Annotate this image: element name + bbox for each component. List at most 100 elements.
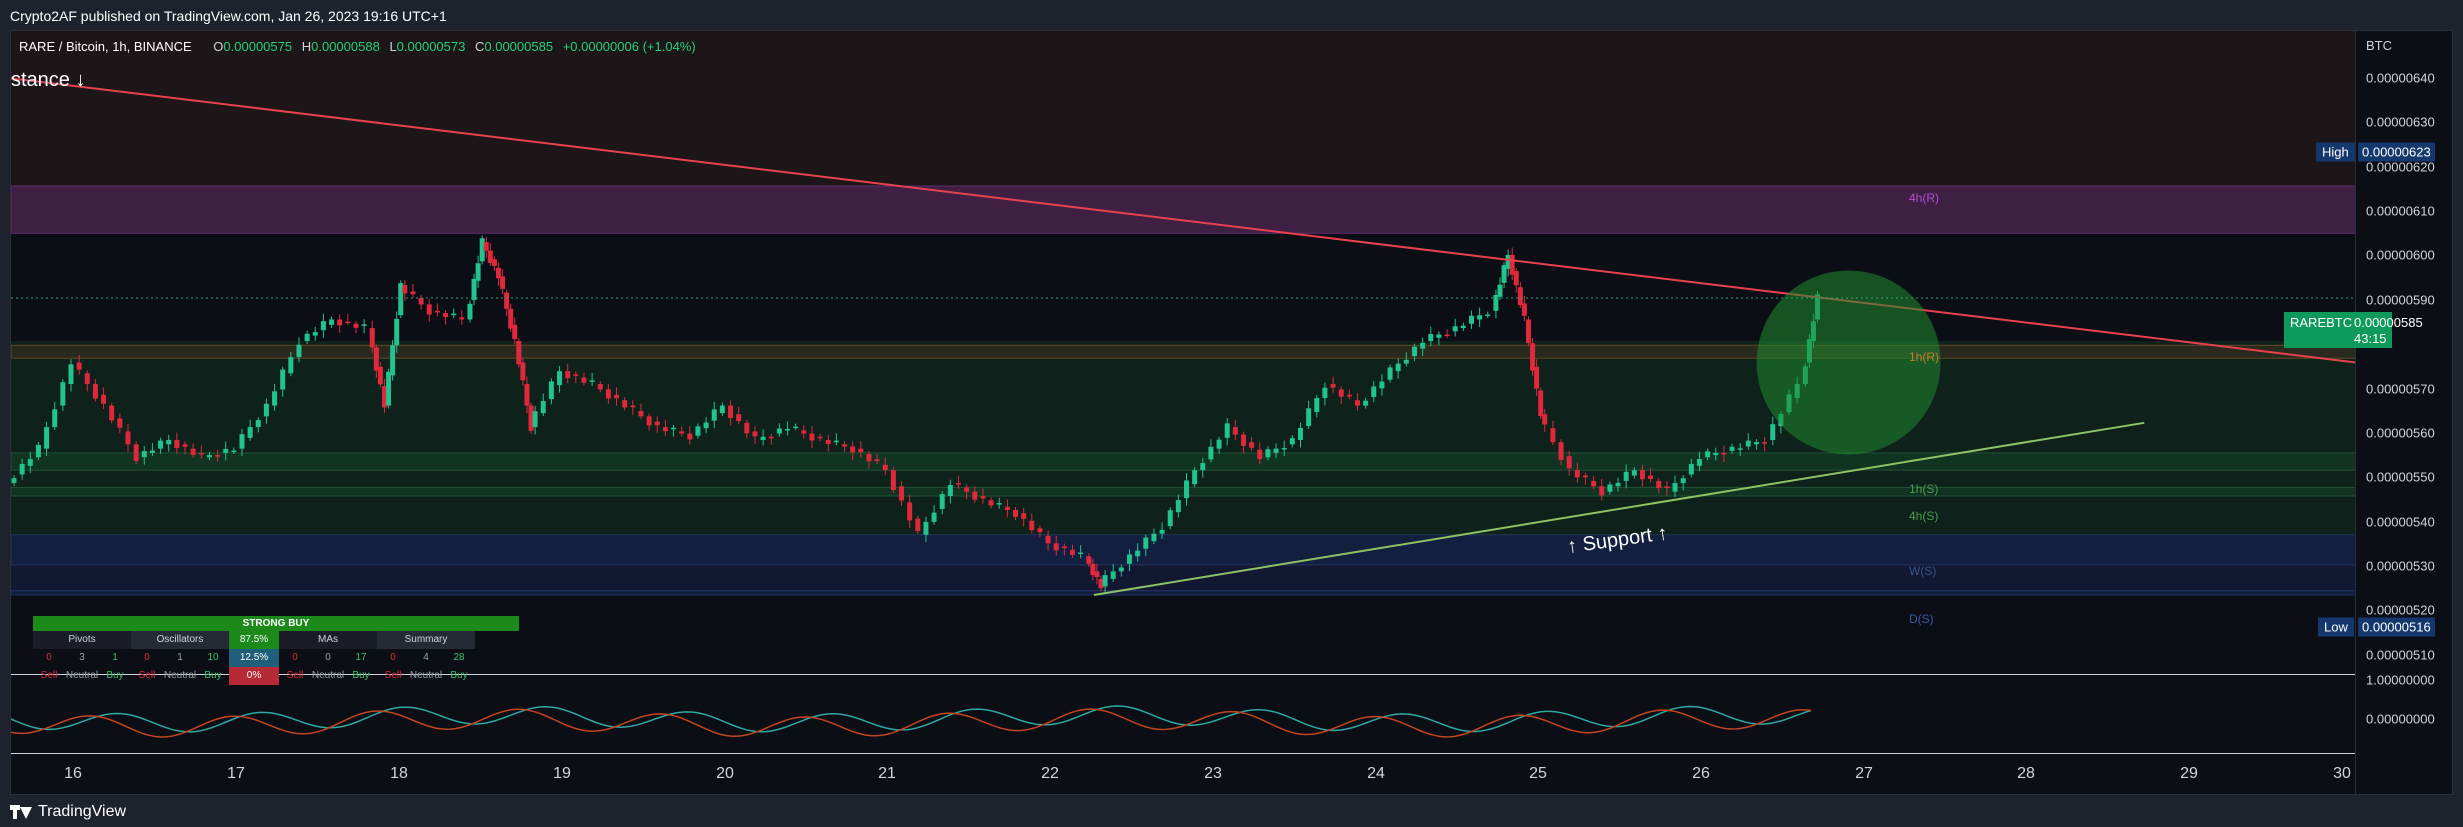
close-value: 0.00000585 [484, 39, 554, 54]
oscillators-title: Oscillators [131, 631, 229, 649]
mas-neutral-count: 0 [325, 652, 331, 663]
candle-body [329, 319, 335, 325]
candle-body [1037, 528, 1043, 533]
candle-body [1192, 470, 1198, 485]
candle-body [390, 345, 396, 376]
resistance-annotation: stance ↓ [11, 69, 86, 91]
candle-body [679, 431, 685, 434]
candle-body [1664, 486, 1670, 488]
candle-body [1021, 513, 1027, 519]
candle-body [1591, 480, 1597, 487]
candle-body [1354, 400, 1360, 406]
candle-body [1184, 480, 1189, 499]
candle-body [133, 444, 139, 461]
candle-body [1151, 533, 1157, 542]
candle-body [1127, 554, 1133, 564]
candle-body [1517, 287, 1523, 306]
high-value: 0.00000588 [311, 39, 380, 54]
candle-body [923, 521, 929, 535]
candle-body [1078, 552, 1084, 555]
high-label: H [301, 39, 312, 54]
candle-body [736, 414, 742, 421]
zone-ws [11, 534, 2356, 566]
zone-label-d-s: D(S) [1909, 612, 1934, 626]
candle-body [1102, 575, 1108, 587]
x-tick: 26 [1692, 765, 1710, 782]
candle-body [1045, 535, 1051, 544]
candle-body [939, 494, 945, 509]
candle-body [964, 487, 970, 492]
y-tick: 0.00000520 [2366, 602, 2435, 618]
candle-body [1485, 314, 1491, 317]
candle-body [581, 377, 587, 383]
candle-body [695, 426, 701, 436]
x-tick: 17 [227, 765, 245, 782]
candle-body [304, 333, 310, 341]
candle-body [768, 436, 774, 439]
candle-body [557, 371, 563, 386]
candle-body [833, 440, 839, 443]
candle-body [646, 416, 652, 426]
summary-sell-count: 0 [390, 652, 396, 663]
candle-body [231, 450, 237, 452]
candle-body [377, 366, 383, 385]
candle-body [1623, 471, 1629, 481]
candle-body [899, 486, 905, 501]
summary-buy-label: Buy [450, 670, 468, 681]
time-axis[interactable]: 16 17 18 19 20 21 22 23 24 25 26 27 28 2… [10, 753, 2355, 795]
candle-body [589, 380, 595, 382]
y-tick: 0.00000560 [2366, 425, 2435, 441]
candle-body [44, 427, 50, 449]
candle-body [182, 444, 188, 447]
x-tick: 23 [1204, 765, 1222, 782]
candle-body [980, 496, 986, 499]
candle-body [101, 394, 107, 404]
price-axis[interactable]: BTC 0.00000640 0.00000630 0.00000620 0.0… [2355, 30, 2453, 795]
candle-body [504, 292, 510, 309]
summary-neutral-count: 4 [423, 652, 429, 663]
candle-body [1574, 470, 1580, 478]
chart-frame[interactable]: RARE / Bitcoin, 1h, BINANCE O0.00000575 … [10, 30, 2453, 795]
candle-body [1729, 446, 1735, 451]
y-tick: 0.00000590 [2366, 292, 2435, 308]
y-tick: 0.00000610 [2366, 203, 2435, 219]
candle-body [483, 241, 489, 251]
summary-neutral-label: Neutral [409, 670, 443, 681]
candle-body [1289, 438, 1295, 445]
footer-brand[interactable]: TradingView [10, 800, 126, 824]
candle-body [255, 420, 261, 428]
mas-neutral-label: Neutral [311, 670, 345, 681]
last-price-tag: RAREBTC 0.00000585 43:15 [2284, 312, 2423, 348]
candle-body [198, 452, 204, 455]
mas-sell-label: Sell [286, 670, 304, 681]
candle-body [223, 448, 229, 453]
mas-buy-label: Buy [352, 670, 370, 681]
candle-body [1330, 384, 1336, 388]
osc-buy-count: 10 [207, 652, 219, 663]
candle-body [247, 427, 253, 438]
candle-body [263, 403, 269, 417]
zone-ds [11, 590, 2356, 596]
y-tick: 0.00000530 [2366, 558, 2435, 574]
candle-body [1395, 363, 1401, 372]
candle-body [809, 433, 815, 441]
candle-body [874, 459, 880, 462]
candle-body [1745, 440, 1751, 447]
y-tick: 0.00000510 [2366, 647, 2435, 663]
candle-body [76, 362, 82, 370]
pivots-title: Pivots [33, 631, 131, 649]
candle-body [1200, 463, 1206, 471]
candle-body [500, 276, 506, 289]
y-tick: 0.00000630 [2366, 114, 2435, 130]
osc-neutral-count: 1 [177, 652, 183, 663]
candle-body [117, 418, 123, 428]
pivots-neutral-label: Neutral [65, 670, 99, 681]
candle-body [345, 321, 351, 324]
pivots-buy-label: Buy [106, 670, 124, 681]
candle-body [1615, 482, 1621, 487]
candle-body [1713, 452, 1719, 456]
candle-body [215, 455, 221, 457]
candle-body [1582, 475, 1588, 478]
candle-body [491, 259, 497, 266]
technicals-header: STRONG BUY [33, 616, 519, 631]
